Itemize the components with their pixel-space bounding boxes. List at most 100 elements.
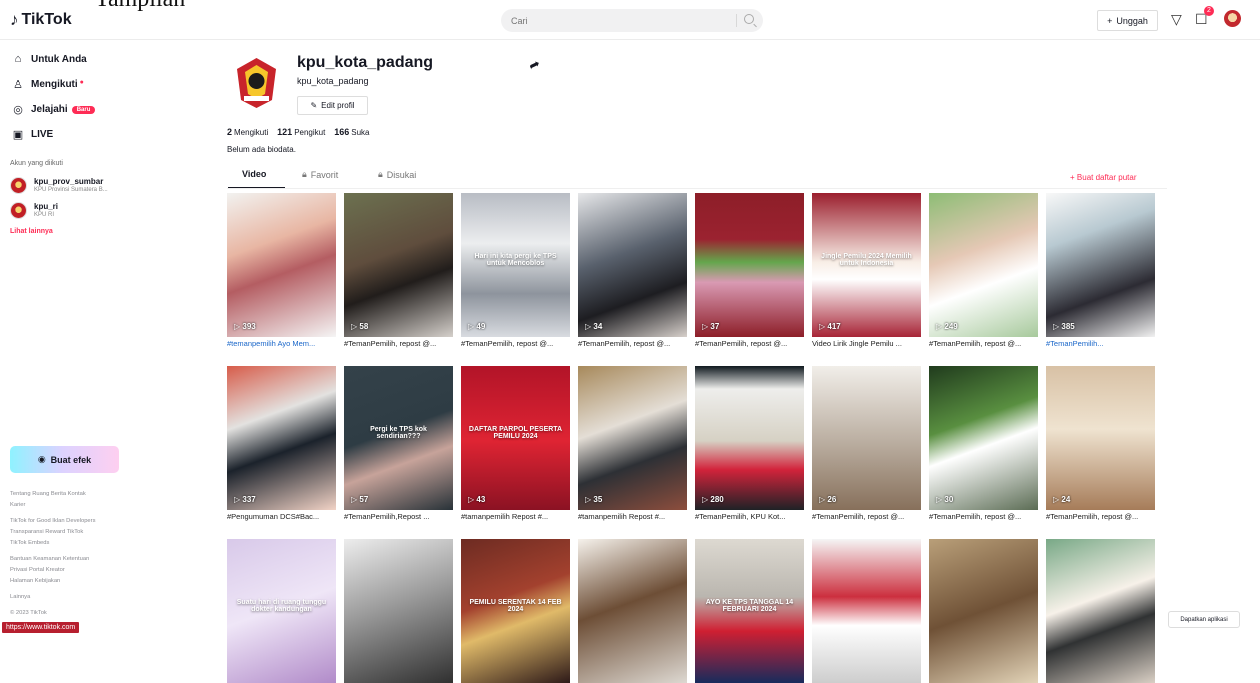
video-card[interactable] [578,539,687,683]
new-badge: Baru [71,105,96,114]
video-thumbnail[interactable]: ▷ 37 [695,193,804,337]
video-card[interactable]: ▷ 385 #TemanPemilih... [1046,193,1155,350]
video-card[interactable] [929,539,1038,683]
video-thumbnail[interactable] [929,539,1038,683]
video-card[interactable]: ▷ 26 #TemanPemilih, repost @... [812,366,921,523]
sidebar-item-for-you[interactable]: ⌂ Untuk Anda [12,53,87,65]
share-icon[interactable]: ➦ [526,55,543,74]
tiktok-logo[interactable]: ♪ TikTok [10,10,72,30]
tab-video[interactable]: Video [227,169,286,189]
edit-profile-label: Edit profil [321,101,355,110]
footer-line[interactable]: Karier [10,501,118,509]
video-thumbnail[interactable]: ▷ 35 [578,366,687,510]
video-card[interactable]: ▷ 35 #tamanpemilih Repost #... [578,366,687,523]
footer-line[interactable]: Lainnya [10,593,118,601]
video-thumbnail[interactable]: Hari ini kita pergi ke TPS untuk Mencobl… [461,193,570,337]
footer-line[interactable]: Transparansi Reward TikTok [10,528,118,536]
video-card[interactable] [1046,539,1155,683]
video-thumbnail[interactable]: DAFTAR PARPOL PESERTA PEMILU 2024 ▷ 43 [461,366,570,510]
video-card[interactable]: ▷ 24 #TemanPemilih, repost @... [1046,366,1155,523]
footer-line[interactable]: Halaman Kebijakan [10,577,118,585]
video-thumbnail[interactable]: ▷ 337 [227,366,336,510]
view-count-value: 34 [593,322,603,331]
video-thumbnail[interactable]: AYO KE TPS TANGGAL 14 FEBRUARI 2024 [695,539,804,683]
footer-line[interactable]: Tentang Ruang Berita Kontak [10,490,118,498]
tab-liked[interactable]: 🔒︎ Disukai [378,169,416,180]
video-caption[interactable]: #TemanPemilih, repost @... [695,337,804,350]
video-card[interactable]: ▷ 58 #TemanPemilih, repost @... [344,193,453,350]
video-card[interactable]: ▷ 393 #temanpemilih Ayo Mem... [227,193,336,350]
video-caption[interactable]: #TemanPemilih, repost @... [929,510,1038,523]
video-thumbnail[interactable]: ▷ 24 [1046,366,1155,510]
followed-account-kpu-prov-sumbar[interactable]: kpu_prov_sumbar KPU Provinsi Sumatera B.… [10,177,108,194]
video-card[interactable]: DAFTAR PARPOL PESERTA PEMILU 2024 ▷ 43 #ta… [461,366,570,523]
video-card[interactable]: PEMILU SERENTAK 14 FEB 2024 [461,539,570,683]
video-thumbnail[interactable] [1046,539,1155,683]
create-effect-button[interactable]: ◉ Buat efek [10,446,119,473]
video-thumbnail[interactable] [344,539,453,683]
footer-line[interactable]: Bantuan Keamanan Ketentuan [10,555,118,563]
video-thumbnail[interactable]: ▷ 249 [929,193,1038,337]
video-card[interactable] [344,539,453,683]
video-card[interactable]: ▷ 30 #TemanPemilih, repost @... [929,366,1038,523]
video-caption[interactable]: #temanpemilih Ayo Mem... [227,337,336,350]
video-thumbnail[interactable]: Pergi ke TPS kok sendirian??? ▷ 57 [344,366,453,510]
video-caption[interactable]: #TemanPemilih, repost @... [344,337,453,350]
video-card[interactable]: Suatu hari di ruang tunggu dokter kandun… [227,539,336,683]
get-app-button[interactable]: Dapatkan aplikasi [1168,611,1240,628]
edit-profile-button[interactable]: ✎ Edit profil [297,96,368,115]
video-card[interactable]: Pergi ke TPS kok sendirian??? ▷ 57 #TemanP… [344,366,453,523]
followed-account-kpu-ri[interactable]: kpu_ri KPU RI [10,202,58,219]
view-count-value: 337 [242,495,256,504]
sidebar-item-explore[interactable]: ◎ Jelajahi Baru [12,103,96,116]
video-thumbnail[interactable]: ▷ 393 [227,193,336,337]
video-card[interactable]: ▷ 280 #TemanPemilih, KPU Kot... [695,366,804,523]
video-card[interactable]: ▷ 249 #TemanPemilih, repost @... [929,193,1038,350]
video-caption[interactable]: #Pengumuman DCS#Bac... [227,510,336,523]
video-caption[interactable]: #TemanPemilih, repost @... [461,337,570,350]
footer-line[interactable]: TikTok for Good Iklan Developers [10,517,118,525]
video-card[interactable]: ▷ 34 #TemanPemilih, repost @... [578,193,687,350]
create-playlist-button[interactable]: + Buat daftar putar [1070,173,1137,182]
video-thumbnail[interactable]: ▷ 58 [344,193,453,337]
video-card[interactable]: Hari ini kita pergi ke TPS untuk Mencobl… [461,193,570,350]
video-card[interactable] [812,539,921,683]
sidebar-item-live[interactable]: ▣ LIVE [12,128,53,141]
search-bar[interactable] [501,9,763,32]
video-caption[interactable]: Video Lirik Jingle Pemilu ... [812,337,921,350]
tab-favorite[interactable]: 🔒︎ Favorit [302,169,338,180]
video-thumbnail[interactable]: ▷ 385 [1046,193,1155,337]
video-caption[interactable]: #TemanPemilih, repost @... [1046,510,1155,523]
send-icon[interactable]: ▽ [1171,11,1182,28]
search-input[interactable] [511,15,735,26]
video-card[interactable]: ▷ 337 #Pengumuman DCS#Bac... [227,366,336,523]
upload-button[interactable]: + Unggah [1097,10,1158,31]
video-card[interactable]: AYO KE TPS TANGGAL 14 FEBRUARI 2024 [695,539,804,683]
video-thumbnail[interactable]: Suatu hari di ruang tunggu dokter kandun… [227,539,336,683]
logo-text: TikTok [21,11,72,28]
video-caption[interactable]: #TemanPemilih, repost @... [578,337,687,350]
video-thumbnail[interactable] [812,539,921,683]
search-icon[interactable] [744,14,754,24]
avatar[interactable] [1224,10,1241,27]
sidebar-item-following[interactable]: ♙ Mengikuti ● [12,78,84,92]
video-thumbnail[interactable]: Jingle Pemilu 2024 Memilih untuk Indones… [812,193,921,337]
video-thumbnail[interactable]: ▷ 34 [578,193,687,337]
video-caption[interactable]: #TemanPemilih, repost @... [812,510,921,523]
see-more-link[interactable]: Lihat lainnya [10,228,53,235]
video-card[interactable]: ▷ 37 #TemanPemilih, repost @... [695,193,804,350]
video-thumbnail[interactable]: ▷ 26 [812,366,921,510]
video-card[interactable]: Jingle Pemilu 2024 Memilih untuk Indones… [812,193,921,350]
video-caption[interactable]: #TemanPemilih, repost @... [929,337,1038,350]
video-thumbnail[interactable]: ▷ 30 [929,366,1038,510]
footer-line[interactable]: TikTok Embeds [10,539,118,547]
footer-line[interactable]: Privasi Portal Kreator [10,566,118,574]
video-caption[interactable]: #TemanPemilih, KPU Kot... [695,510,804,523]
video-caption[interactable]: #TemanPemilih,Repost ... [344,510,453,523]
video-thumbnail[interactable] [578,539,687,683]
video-thumbnail[interactable]: PEMILU SERENTAK 14 FEB 2024 [461,539,570,683]
video-caption[interactable]: #TemanPemilih... [1046,337,1155,350]
video-thumbnail[interactable]: ▷ 280 [695,366,804,510]
video-caption[interactable]: #tamanpemilih Repost #... [461,510,570,523]
video-caption[interactable]: #tamanpemilih Repost #... [578,510,687,523]
